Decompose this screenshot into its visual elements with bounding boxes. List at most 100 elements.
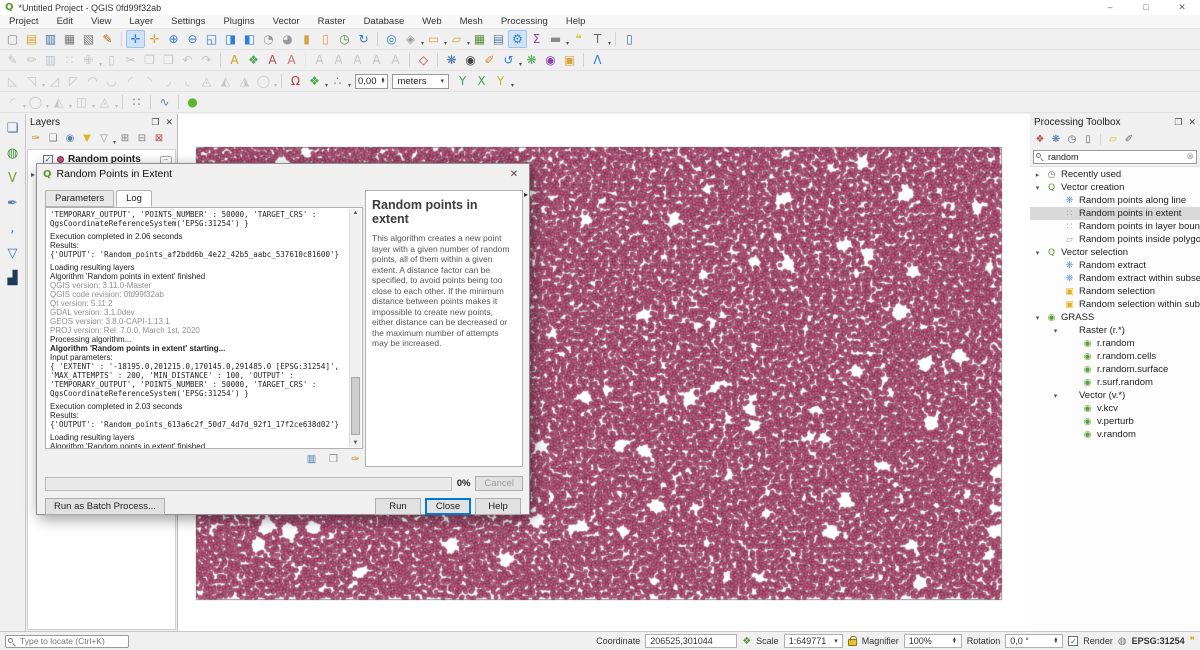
item-random-extract-within-subsets[interactable]: ❋ Random extract within subsets <box>1030 272 1200 285</box>
crs-indicator[interactable]: EPSG:31254 <box>1132 636 1185 646</box>
split-features-icon[interactable]: ◭ <box>216 72 235 90</box>
item-help[interactable]: Help <box>557 15 595 28</box>
results-viewer-icon[interactable]: ▯ <box>1080 132 1096 147</box>
merge-features-icon[interactable]: ◯ <box>254 72 273 90</box>
paste-features-icon[interactable]: ❒ <box>159 51 178 69</box>
item-edit[interactable]: Edit <box>48 15 82 28</box>
tracing-disable-icon[interactable]: X <box>472 72 491 90</box>
clone-feature-icon[interactable]: ◹ <box>22 72 41 90</box>
close-panel-icon[interactable]: ✕ <box>1188 117 1196 128</box>
tracing-offset-icon[interactable]: Y <box>491 72 510 90</box>
models-icon[interactable]: ❖ <box>1032 132 1048 147</box>
tree-caret-icon[interactable]: ▾ <box>1033 184 1042 192</box>
measure-icon[interactable]: ▬ <box>546 30 565 48</box>
sum-icon[interactable]: Σ <box>527 30 546 48</box>
help-button[interactable]: Help <box>475 498 521 515</box>
add-spatialite-layer-icon[interactable]: ▽ <box>3 244 22 262</box>
history-icon[interactable]: ◷ <box>1064 132 1080 147</box>
label-options-icon[interactable]: A <box>282 51 301 69</box>
item-random-points-inside-polygons[interactable]: ▱ Random points inside polygons <box>1030 233 1200 246</box>
add-part-icon[interactable]: ◡ <box>102 72 121 90</box>
lambda-plugin-icon[interactable]: Λ <box>588 51 607 69</box>
curved-label-icon[interactable]: A <box>386 51 405 69</box>
item-project[interactable]: Project <box>0 15 48 28</box>
profile-tool-icon[interactable]: ∿ <box>155 93 174 111</box>
item-mesh[interactable]: Mesh <box>451 15 492 28</box>
snapping-magnet-icon[interactable]: Ω <box>286 72 305 90</box>
offset-curve-icon[interactable]: ◬ <box>197 72 216 90</box>
filter-expression-icon[interactable]: ▽ <box>96 132 112 147</box>
item-view[interactable]: View <box>82 15 120 28</box>
item-random-points-in-layer-bounds[interactable]: ∷ Random points in layer bounds <box>1030 220 1200 233</box>
change-label-icon[interactable]: A <box>367 51 386 69</box>
item-v.kcv[interactable]: ◉ v.kcv <box>1030 402 1200 415</box>
plugin-purple-icon[interactable]: ◉ <box>541 51 560 69</box>
float-panel-icon[interactable]: ❐ <box>1174 117 1182 128</box>
delete-selected-icon[interactable]: ▯ <box>102 51 121 69</box>
add-ring-icon[interactable]: ◠ <box>83 72 102 90</box>
maximize-button[interactable]: □ <box>1128 2 1164 13</box>
toolbox-search-input[interactable] <box>1033 150 1197 164</box>
item-r.random.cells[interactable]: ◉ r.random.cells <box>1030 350 1200 363</box>
processing-toolbox-icon[interactable]: ⚙ <box>508 30 527 48</box>
new-project-icon[interactable]: ▢ <box>3 30 22 48</box>
show-bookmarks-icon[interactable]: ▯ <box>316 30 335 48</box>
item-random-selection[interactable]: ▣ Random selection <box>1030 285 1200 298</box>
copy-log-icon[interactable]: ❐ <box>326 453 341 466</box>
pan-to-selection-icon[interactable]: ✛ <box>145 30 164 48</box>
collapse-all-icon[interactable]: ⊟ <box>134 132 150 147</box>
extents-toggle-icon[interactable]: ❖ <box>742 636 751 647</box>
deselect-features-icon[interactable]: ▱ <box>447 30 466 48</box>
item-r.surf.random[interactable]: ◉ r.surf.random <box>1030 376 1200 389</box>
first-aid-plugin-icon[interactable]: ◉ <box>461 51 480 69</box>
item-grass[interactable]: ▾ ◉ GRASS <box>1030 311 1200 324</box>
split-parts-icon[interactable]: ◮ <box>235 72 254 90</box>
reshape-features-icon[interactable]: ◟ <box>178 72 197 90</box>
item-r.random.surface[interactable]: ◉ r.random.surface <box>1030 363 1200 376</box>
layer-diagram-icon[interactable]: ❖ <box>244 51 263 69</box>
expand-all-icon[interactable]: ⊞ <box>117 132 133 147</box>
new-bookmark-icon[interactable]: ▮ <box>297 30 316 48</box>
float-panel-icon[interactable]: ❐ <box>151 117 159 128</box>
scroll-up-icon[interactable]: ▲ <box>350 210 361 216</box>
layout-manager-icon[interactable]: ▧ <box>79 30 98 48</box>
zoom-next-icon[interactable]: ◕ <box>278 30 297 48</box>
snapping-tolerance-spinner[interactable]: 0,00 ▲▼ <box>355 74 388 89</box>
item-vector[interactable]: Vector <box>264 15 309 28</box>
spinner-arrows[interactable]: ▲▼ <box>381 78 386 84</box>
run-button[interactable]: Run <box>375 498 421 515</box>
item-random-selection-within-subsets[interactable]: ▣ Random selection within subsets <box>1030 298 1200 311</box>
run-feature-action-icon[interactable]: ◈ <box>401 30 420 48</box>
scrollbar-thumb[interactable] <box>351 377 360 435</box>
add-mesh-layer-icon[interactable]: ✒ <box>3 194 22 212</box>
run-as-batch-button[interactable]: Run as Batch Process... <box>45 498 165 515</box>
snapping-tolerance-icon[interactable]: ∴ <box>328 72 347 90</box>
fill-ring-icon[interactable]: ◜ <box>121 72 140 90</box>
scale-select[interactable]: 1:649771 ▾ <box>784 634 843 648</box>
item-r.random[interactable]: ◉ r.random <box>1030 337 1200 350</box>
tracing-enable-icon[interactable]: Y <box>453 72 472 90</box>
save-log-icon[interactable]: ▥ <box>304 453 319 466</box>
tree-caret-icon[interactable]: ▾ <box>1051 327 1060 335</box>
delete-ring-icon[interactable]: ◝ <box>140 72 159 90</box>
edit-features-in-place-icon[interactable]: ▱ <box>1105 132 1121 147</box>
options-icon[interactable]: ✐ <box>1121 132 1137 147</box>
dialog-close-icon[interactable]: ✕ <box>505 169 523 180</box>
circular-string-icon[interactable]: ◜ <box>3 93 22 111</box>
messages-icon[interactable]: ❞ <box>1190 636 1195 647</box>
item-web[interactable]: Web <box>413 15 450 28</box>
close-dialog-button[interactable]: Close <box>425 498 471 515</box>
zoom-to-selection-icon[interactable]: ◨ <box>221 30 240 48</box>
scripts-icon[interactable]: ❋ <box>1048 132 1064 147</box>
close-button[interactable]: ✕ <box>1164 2 1200 13</box>
open-project-icon[interactable]: ▤ <box>22 30 41 48</box>
rotation-spinner[interactable]: 0,0 ° ▲▼ <box>1005 634 1063 648</box>
pin-labels-icon[interactable]: A <box>263 51 282 69</box>
text-annotation-icon[interactable]: T <box>588 30 607 48</box>
open-layer-styling-icon[interactable]: ✑ <box>28 132 44 147</box>
add-wms-layer-icon[interactable]: ◍ <box>3 144 22 162</box>
save-project-icon[interactable]: ▥ <box>41 30 60 48</box>
save-edits-icon[interactable]: ▥ <box>41 51 60 69</box>
tree-caret-icon[interactable]: ▾ <box>1051 392 1060 400</box>
identify-features-icon[interactable]: ◎ <box>382 30 401 48</box>
